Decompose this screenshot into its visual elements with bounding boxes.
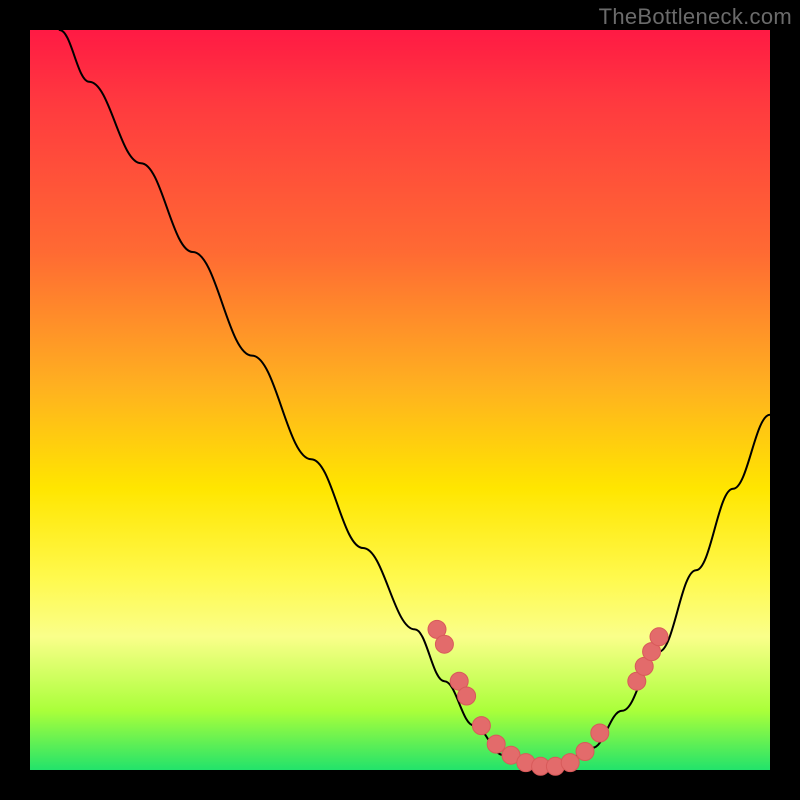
marker-dot: [435, 635, 453, 653]
marker-dot: [561, 754, 579, 772]
chart-overlay-svg: [30, 30, 770, 770]
marker-dot: [650, 628, 668, 646]
marker-dot: [472, 717, 490, 735]
bottleneck-curve: [60, 30, 770, 766]
marker-dot: [591, 724, 609, 742]
marker-dot: [487, 735, 505, 753]
marker-dots-group: [428, 620, 668, 775]
watermark-text: TheBottleneck.com: [599, 4, 792, 30]
marker-dot: [458, 687, 476, 705]
marker-dot: [576, 743, 594, 761]
chart-frame: TheBottleneck.com: [0, 0, 800, 800]
